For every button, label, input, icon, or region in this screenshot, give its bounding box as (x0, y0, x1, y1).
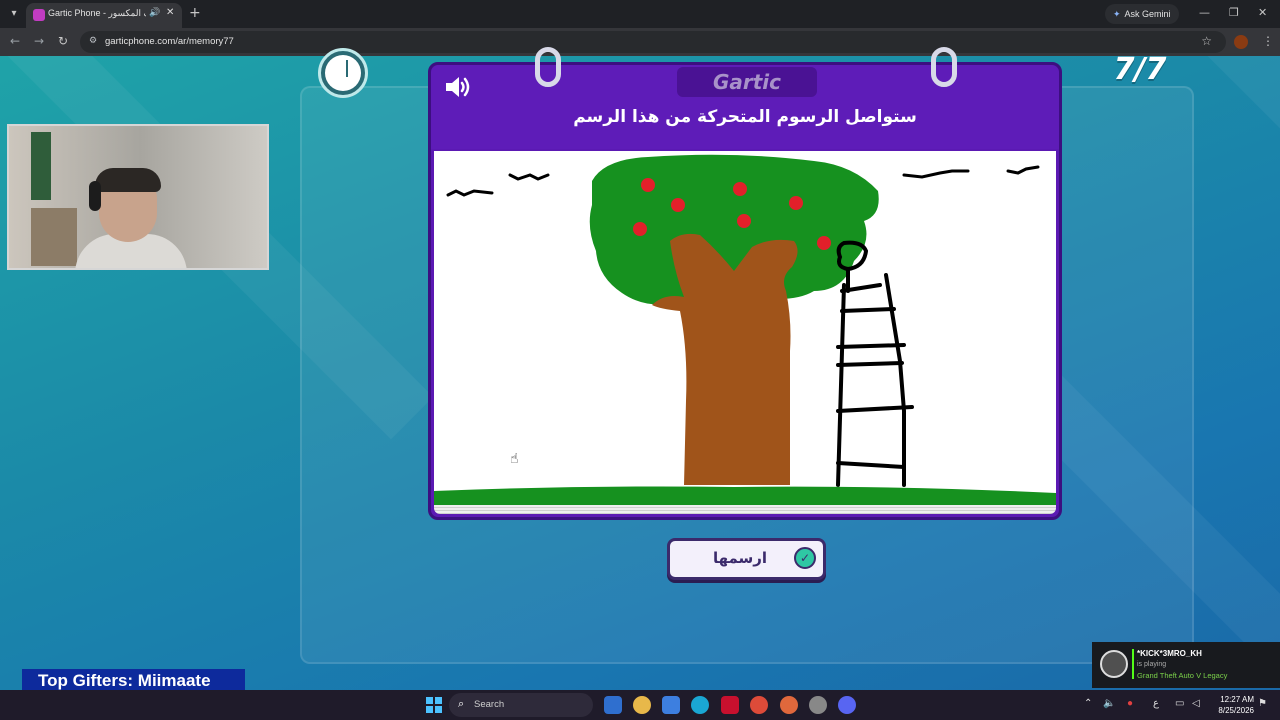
minimize-icon[interactable]: — (1199, 6, 1210, 19)
speaker-icon[interactable]: ◁ (1192, 698, 1200, 709)
tab-title: Gartic Phone - هاتف المكسور (48, 8, 146, 18)
bookmark-star-icon[interactable]: ☆ (1201, 34, 1212, 48)
back-arrow-icon[interactable]: ← (10, 34, 20, 48)
browser-tab-bar: ▾ Gartic Phone - هاتف المكسور 🔊 ✕ + ✦Ask… (0, 0, 1280, 28)
browser-tab[interactable]: Gartic Phone - هاتف المكسور 🔊 ✕ (26, 3, 182, 28)
binder-ring (931, 47, 957, 87)
site-info-icon[interactable]: ⚙ (89, 36, 97, 46)
ask-gemini-button[interactable]: ✦ Ask Gemini (1105, 4, 1179, 24)
forward-arrow-icon[interactable]: → (34, 34, 44, 48)
notebook-page-edge (434, 505, 1056, 514)
microphone-icon[interactable]: ● (1127, 698, 1133, 709)
stream-notification: *KICK*3MRO_KH is playing Grand Theft Aut… (1092, 642, 1280, 688)
close-tab-icon[interactable]: ✕ (166, 7, 174, 18)
clock-time: 12:27 AM (1220, 695, 1254, 704)
checkmark-icon: ✓ (794, 547, 816, 569)
app-icon[interactable] (809, 696, 827, 714)
gartic-logo: Gartic (712, 70, 782, 94)
restore-icon[interactable]: ❐ (1229, 6, 1239, 19)
round-counter: 7/7 (1113, 52, 1167, 87)
notification-status: is playing (1137, 661, 1167, 668)
network-icon[interactable]: ▭ (1175, 698, 1184, 709)
webcam-overlay (7, 124, 269, 270)
notification-accent-bar (1132, 649, 1134, 679)
clock-date: 8/25/2026 (1218, 706, 1254, 715)
headset-icon (89, 181, 101, 211)
reload-icon[interactable]: ↻ (58, 34, 68, 48)
streamer-hair (95, 168, 161, 192)
tray-chevron-icon[interactable]: ⌃ (1084, 698, 1092, 709)
netflix-icon[interactable] (721, 696, 739, 714)
hand-cursor-icon: ☝ (510, 451, 519, 467)
ask-gemini-label: Ask Gemini (1124, 9, 1171, 19)
tab-search-chevron-icon[interactable]: ▾ (6, 6, 22, 22)
address-bar[interactable]: ⚙ garticphone.com/ar/memory77 ☆ (80, 31, 1226, 53)
prompt-text: ستواصل الرسوم المتحركة من هذا الرسم (573, 107, 917, 127)
gartic-favicon-icon (33, 9, 45, 21)
file-explorer-icon[interactable] (633, 696, 651, 714)
drawing-canvas[interactable] (434, 151, 1056, 505)
profile-avatar[interactable] (1234, 35, 1248, 49)
sound-icon[interactable] (443, 75, 473, 99)
tree-drawing (434, 154, 1056, 505)
taskbar-search[interactable]: ⌕ Search (449, 693, 593, 717)
webcam-window (31, 132, 51, 200)
windows-start-icon[interactable] (426, 697, 442, 713)
chrome-active-icon[interactable] (780, 696, 798, 714)
timer-clock-icon (318, 48, 368, 98)
binder-ring (535, 47, 561, 87)
draw-it-button[interactable]: ارسمها ✓ (667, 538, 826, 580)
card-header: Gartic ستواصل الرسوم المتحركة من هذا الر… (431, 65, 1059, 149)
notification-user: *KICK*3MRO_KH (1137, 649, 1202, 658)
gemini-star-icon: ✦ (1113, 9, 1121, 19)
search-icon: ⌕ (458, 697, 465, 710)
volume-icon[interactable]: 🔈 (1103, 698, 1115, 709)
edge-icon[interactable] (691, 696, 709, 714)
close-window-icon[interactable]: ✕ (1258, 6, 1267, 19)
search-placeholder: Search (474, 699, 505, 710)
input-language[interactable]: ع (1153, 698, 1159, 709)
notification-game: Grand Theft Auto V Legacy (1137, 671, 1228, 680)
drawing-card: Gartic ستواصل الرسوم المتحركة من هذا الر… (428, 47, 1062, 520)
browser-toolbar: ← → ↻ ⚙ garticphone.com/ar/memory77 ☆ (0, 28, 1280, 56)
webcam-shelf (31, 208, 77, 266)
notification-bell-icon[interactable]: ⚑ (1258, 698, 1267, 709)
windows-taskbar: ⌕ Search ⌃ 🔈 ● ع ▭ ◁ 12:27 AM 8/25/2026 … (0, 690, 1280, 720)
chrome-icon[interactable] (750, 696, 768, 714)
draw-it-label: ارسمها (712, 549, 768, 567)
speaker-icon[interactable]: 🔊 (149, 8, 160, 18)
taskbar-clock[interactable]: 12:27 AM 8/25/2026 (1210, 694, 1254, 716)
url-text: garticphone.com/ar/memory77 (105, 36, 234, 47)
store-icon[interactable] (662, 696, 680, 714)
user-avatar (1100, 650, 1128, 678)
menu-kebab-icon[interactable]: ⋮ (1262, 34, 1274, 48)
task-view-icon[interactable] (604, 696, 622, 714)
new-tab-icon[interactable]: + (189, 5, 201, 21)
discord-icon[interactable] (838, 696, 856, 714)
